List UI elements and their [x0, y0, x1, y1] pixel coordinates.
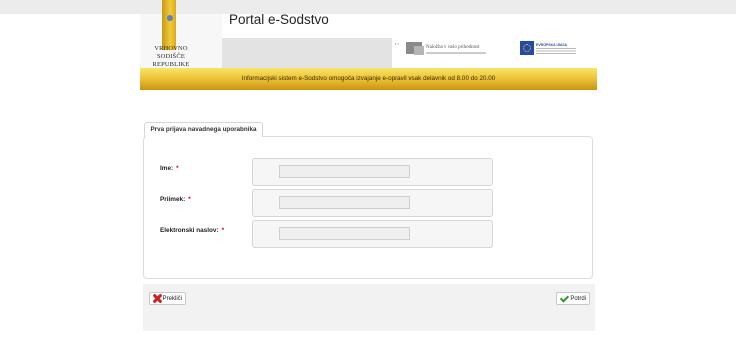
- partner2-subtext: [536, 48, 576, 55]
- partner2-text: EVROPSKA UNIJA: [536, 43, 567, 47]
- form-footer: Prekliči Potrdi: [143, 284, 595, 331]
- last-name-label: Priimek: *: [160, 196, 191, 203]
- top-strip: [0, 0, 736, 14]
- banner-text: Informacijski sistem e-Sodstvo omogoča i…: [241, 75, 496, 82]
- confirm-check-icon: [560, 294, 568, 303]
- info-banner: Informacijski sistem e-Sodstvo omogoča i…: [140, 68, 597, 90]
- tab-label: Prva prijava navadnega uporabnika: [150, 126, 257, 133]
- cancel-button[interactable]: Prekliči: [149, 292, 186, 305]
- email-field-box: [252, 220, 493, 248]
- crest-icon: [167, 15, 173, 21]
- required-marker: *: [221, 227, 225, 234]
- partner1-subtext: [426, 52, 486, 54]
- last-name-input[interactable]: [279, 196, 410, 209]
- required-marker: *: [176, 165, 179, 172]
- confirm-button[interactable]: Potrdi: [556, 292, 590, 305]
- partner-logos: ▪ ▪ Naložba v vašo prihodnost EVROPSKA U…: [392, 38, 597, 68]
- email-input[interactable]: [279, 227, 410, 240]
- partner1-logo-block-2: [414, 46, 424, 55]
- partner1-text: Naložba v vašo prihodnost: [426, 45, 480, 50]
- site-header: VRHOVNO SODIŠČE REPUBLIKE SLOVENIJE Port…: [140, 0, 597, 76]
- court-logo: VRHOVNO SODIŠČE REPUBLIKE SLOVENIJE: [140, 0, 222, 76]
- partner1-mark: ▪ ▪: [395, 41, 399, 46]
- first-name-input[interactable]: [279, 165, 410, 178]
- last-name-field-box: [252, 189, 493, 217]
- email-label-text: Elektronski naslov:: [160, 227, 219, 234]
- required-marker: *: [188, 196, 191, 203]
- last-name-label-text: Priimek:: [160, 196, 186, 203]
- confirm-button-label: Potrdi: [570, 295, 586, 302]
- first-name-label-text: Ime:: [160, 165, 174, 172]
- tab-first-login[interactable]: Prva prijava navadnega uporabnika: [144, 122, 263, 137]
- cancel-x-icon: [153, 294, 161, 303]
- title-area: Portal e-Sodstvo: [222, 12, 597, 38]
- logo-gold-bar: [162, 0, 176, 50]
- email-label: Elektronski naslov: *: [160, 227, 224, 234]
- cancel-button-label: Prekliči: [162, 295, 182, 302]
- eu-stars-icon: [523, 44, 531, 52]
- logo-line-1: VRHOVNO SODIŠČE: [154, 45, 188, 60]
- first-name-field-box: [252, 158, 493, 186]
- header-gray-panel: [222, 38, 392, 68]
- page-title: Portal e-Sodstvo: [229, 12, 329, 27]
- first-name-label: Ime: *: [160, 165, 179, 172]
